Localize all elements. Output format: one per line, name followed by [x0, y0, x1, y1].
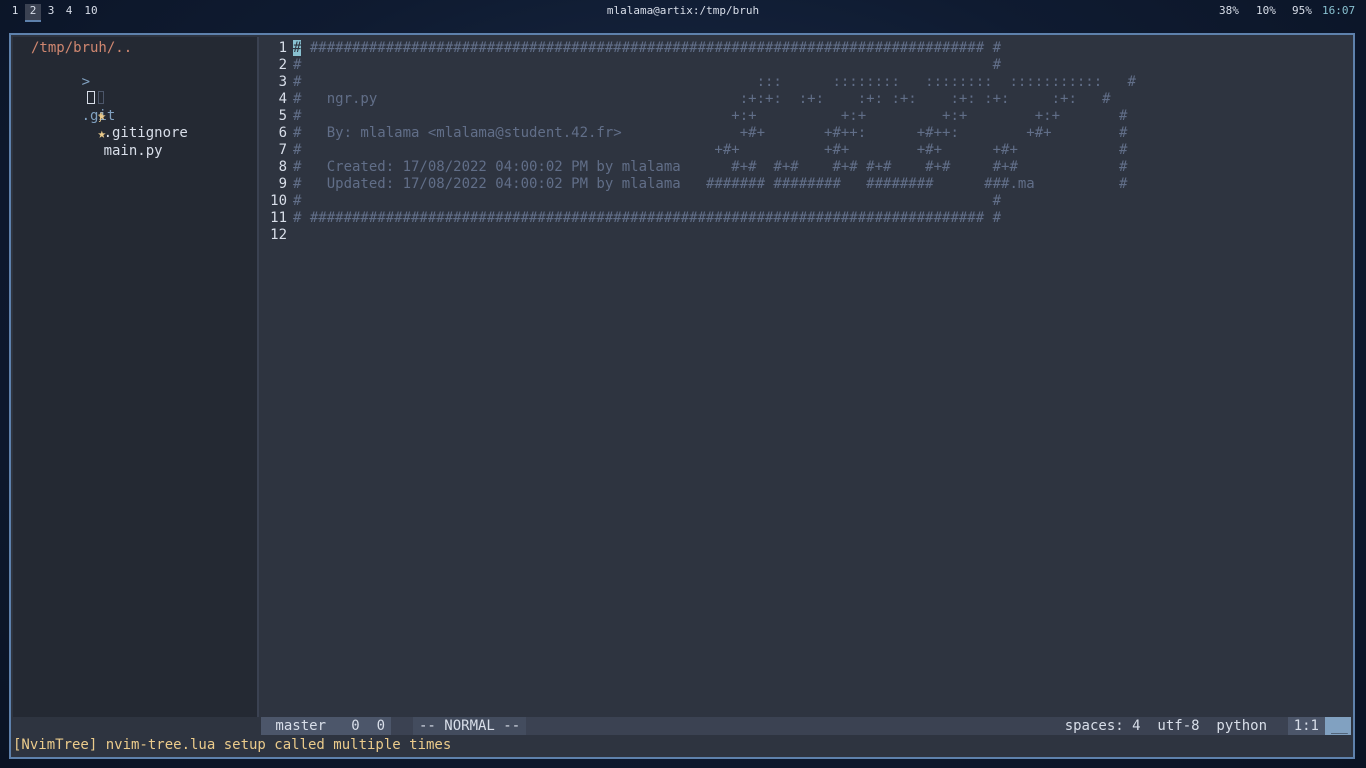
- battery-level: 95%: [1292, 4, 1312, 17]
- line-number: 8: [278, 159, 287, 175]
- terminal-window[interactable]: /tmp/bruh/.. > .git ★ .gitignore ƒ ★ mai…: [9, 33, 1355, 759]
- top-bar: 1 2 3 4 10 mlalama@artix:/tmp/bruh 38% 1…: [0, 0, 1366, 22]
- line-number: 3: [278, 74, 287, 90]
- clock: 16:07: [1322, 4, 1356, 17]
- code-line[interactable]: # Created: 17/08/2022 04:00:02 PM by mla…: [293, 159, 1127, 176]
- cpu-usage: 38%: [1219, 4, 1239, 17]
- code-line-text: ########################################…: [301, 40, 1002, 56]
- file-tree[interactable]: /tmp/bruh/.. > .git ★ .gitignore ƒ ★ mai…: [13, 37, 257, 717]
- tree-item-main-py[interactable]: ƒ ★ main.py: [47, 91, 163, 159]
- tree-root-path[interactable]: /tmp/bruh/..: [31, 40, 132, 57]
- code-line[interactable]: # ######################################…: [293, 40, 1001, 57]
- window-title: mlalama@artix:/tmp/bruh: [606, 4, 760, 17]
- editor-buffer[interactable]: 1 # ####################################…: [259, 37, 1351, 717]
- line-number: 1: [278, 40, 287, 56]
- tree-item-gitignore[interactable]: ★ .gitignore: [47, 74, 188, 141]
- code-line[interactable]: # By: mlalama <mlalama@student.42.fr> +#…: [293, 125, 1127, 142]
- status-line: master 0 0 -- NORMAL -- spaces: 4 utf-8 …: [261, 717, 1351, 735]
- code-line[interactable]: # +#+ +#+ +#+ +#+ #: [293, 142, 1127, 159]
- star-icon: ★: [97, 126, 107, 142]
- line-number: 12: [270, 227, 287, 243]
- cursor-position: 1:1: [1287, 717, 1325, 735]
- status-end-segment: __: [1325, 717, 1351, 735]
- code-line[interactable]: # +:+ +:+ +:+ +:+ #: [293, 108, 1127, 125]
- code-line[interactable]: # ::: :::::::: :::::::: ::::::::::: #: [293, 74, 1136, 91]
- memory-usage: 10%: [1256, 4, 1276, 17]
- code-line[interactable]: # #: [293, 193, 1001, 210]
- line-number: 10: [270, 193, 287, 209]
- file-info-segment: spaces: 4 utf-8 python: [1064, 718, 1267, 734]
- line-number: 2: [278, 57, 287, 73]
- code-line[interactable]: # Updated: 17/08/2022 04:00:02 PM by mla…: [293, 176, 1127, 193]
- line-number: 7: [278, 142, 287, 158]
- tree-item-git[interactable]: > .git: [31, 57, 116, 124]
- line-number: 6: [278, 125, 287, 141]
- line-number: 4: [278, 91, 287, 107]
- line-number: 5: [278, 108, 287, 124]
- code-line[interactable]: # ngr.py :+:+: :+: :+: :+: :+: :+: :+: #: [293, 91, 1111, 108]
- tree-item-label: .gitignore: [103, 125, 188, 141]
- code-line[interactable]: # #: [293, 57, 1001, 74]
- command-line-message[interactable]: [NvimTree] nvim-tree.lua setup called mu…: [13, 735, 1351, 755]
- git-branch-segment: master 0 0: [261, 717, 392, 735]
- code-line[interactable]: # ######################################…: [293, 210, 1001, 227]
- python-file-icon: ƒ: [97, 112, 104, 123]
- line-number: 11: [270, 210, 287, 226]
- line-number: 9: [278, 176, 287, 192]
- tree-item-label: main.py: [103, 143, 163, 159]
- mode-indicator: -- NORMAL --: [413, 717, 527, 735]
